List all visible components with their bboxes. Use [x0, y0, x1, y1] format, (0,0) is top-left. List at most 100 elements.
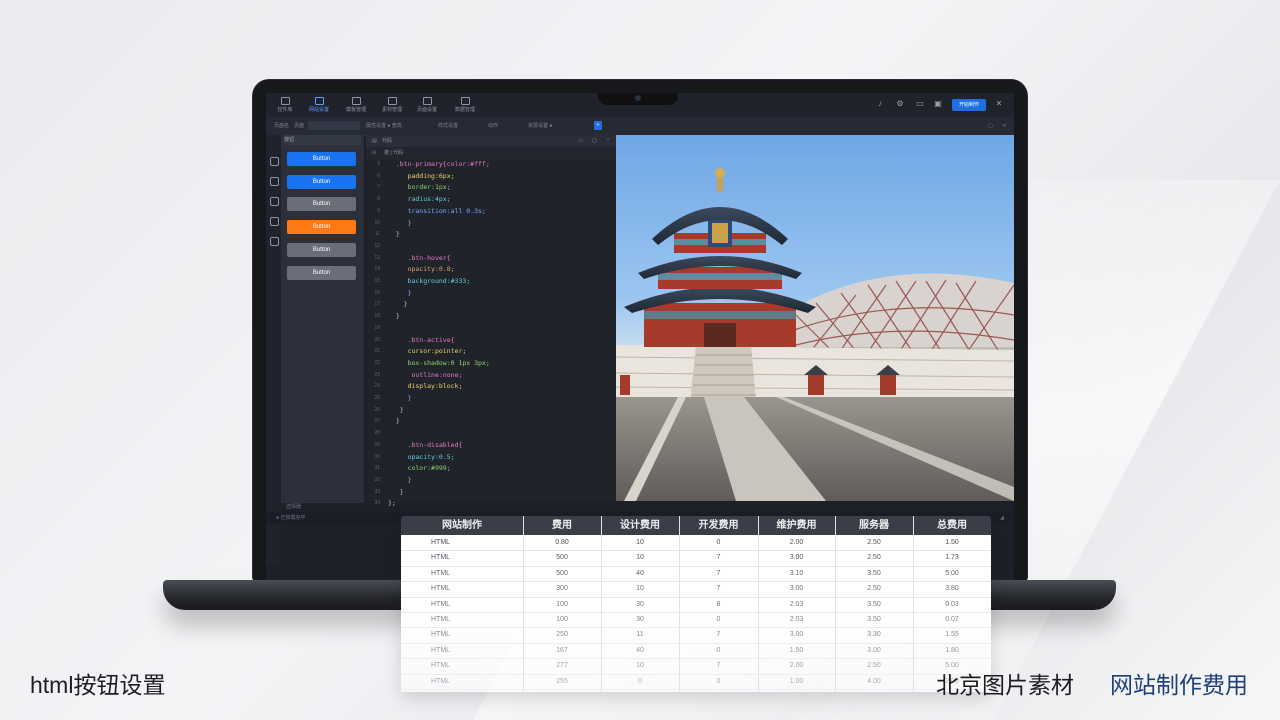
- demo-button-gray-2[interactable]: Button: [287, 243, 356, 257]
- code-line[interactable]: }: [388, 312, 400, 320]
- code-line[interactable]: }: [388, 394, 412, 402]
- code-line[interactable]: padding:6px;: [388, 172, 455, 180]
- toolbar-item-templates[interactable]: 模板管理: [341, 97, 371, 113]
- table-cell: 2.00: [789, 539, 804, 546]
- toolbar-item-controls[interactable]: 控件库: [270, 97, 300, 113]
- toolbar-item-assets[interactable]: 素材管理: [377, 97, 407, 113]
- table-cell: HTML: [431, 646, 451, 654]
- demo-button-gray-3[interactable]: Button: [287, 266, 356, 280]
- code-line[interactable]: background:#333;: [388, 277, 471, 285]
- table-cell: 3.00: [789, 554, 804, 562]
- gear-icon[interactable]: ⚙: [896, 100, 904, 108]
- start-button[interactable]: 开始制作: [952, 99, 986, 111]
- code-line[interactable]: outline:none;: [388, 371, 462, 379]
- table-cell: 7: [716, 585, 721, 593]
- component-icon[interactable]: [270, 157, 279, 166]
- layer-icon[interactable]: [270, 217, 279, 226]
- table-cell: HTML: [431, 585, 451, 593]
- code-line[interactable]: radius:4px;: [388, 195, 451, 203]
- table-cell: 5.00: [945, 569, 959, 577]
- resource-settings-label[interactable]: 资源设置 ●: [528, 117, 552, 135]
- properties-bar: 页面名 页面 属性设置 ● 宽高 样式设置 动作 资源设置 ● + ▢ ⋖: [266, 117, 1014, 136]
- text-icon[interactable]: [270, 177, 279, 186]
- table-cell: 2.50: [867, 585, 881, 593]
- table-cell: HTML: [431, 600, 451, 608]
- collapse-icon[interactable]: ⌃: [606, 135, 610, 147]
- save-icon[interactable]: ▣: [934, 100, 942, 108]
- code-line[interactable]: opacity:0.5;: [388, 453, 455, 461]
- line-number: 21: [374, 348, 380, 355]
- column-divider: [679, 516, 680, 692]
- table-header-cell: 维护费用: [776, 520, 817, 531]
- layout-icon[interactable]: ▢: [988, 117, 993, 135]
- toolbar-item-data[interactable]: 数据管理: [450, 97, 480, 113]
- table-row: HTML 100 30 8 2.03 3.50 0.03: [401, 597, 991, 613]
- resize-icon[interactable]: ◢: [1000, 512, 1004, 524]
- page-name-input[interactable]: [308, 121, 360, 130]
- template-icon: [351, 97, 361, 105]
- bell-icon[interactable]: ♪: [876, 100, 884, 108]
- code-line[interactable]: color:#999;: [388, 464, 451, 472]
- table-cell: HTML: [431, 616, 451, 623]
- code-line[interactable]: border:1px;: [388, 183, 451, 191]
- toolbar-item-site-settings[interactable]: 网站设置: [304, 97, 334, 113]
- code-line[interactable]: }: [388, 300, 408, 308]
- line-number: 22: [374, 359, 380, 366]
- code-line[interactable]: transition:all 0.3s;: [388, 207, 486, 215]
- table-cell: 1.50: [789, 646, 804, 654]
- table-cell: 500: [556, 554, 568, 562]
- code-line[interactable]: }: [388, 476, 412, 484]
- attribute-settings-label[interactable]: 属性设置 ● 宽高: [366, 117, 402, 135]
- code-line[interactable]: .btn-disabled{: [388, 441, 463, 449]
- demo-button-primary-1[interactable]: Button: [287, 152, 356, 166]
- code-line[interactable]: cursor:pointer;: [388, 347, 467, 355]
- line-number: 29: [374, 441, 380, 448]
- table-cell: 0.03: [945, 600, 959, 608]
- demo-button-primary-2[interactable]: Button: [287, 175, 356, 189]
- table-cell: 4.00: [867, 677, 881, 685]
- code-line[interactable]: .btn-primary{color:#fff;: [388, 160, 490, 168]
- image-icon: [387, 97, 397, 105]
- table-cell: HTML: [431, 631, 451, 639]
- code-line[interactable]: }: [388, 219, 412, 227]
- code-line[interactable]: opacity:0.8;: [388, 265, 455, 273]
- table-cell: 7: [716, 662, 721, 670]
- demo-button-gray-1[interactable]: Button: [287, 197, 356, 211]
- line-number: 32: [374, 476, 380, 483]
- code-line[interactable]: display:block;: [388, 382, 463, 390]
- toolbar-item-page-settings[interactable]: 页面设置: [412, 97, 442, 113]
- search-icon[interactable]: ⊙: [372, 147, 376, 159]
- close-icon[interactable]: ✕: [995, 100, 1003, 108]
- line-number: 10: [374, 219, 380, 226]
- home-icon: [280, 97, 290, 105]
- preview-icon[interactable]: ▭: [916, 100, 924, 108]
- code-line[interactable]: };: [388, 499, 396, 507]
- copy-icon[interactable]: ▭: [578, 135, 583, 147]
- code-line[interactable]: }: [388, 406, 404, 414]
- demo-button-orange[interactable]: Button: [287, 220, 356, 234]
- action-label[interactable]: 动作: [488, 117, 498, 135]
- code-line[interactable]: }: [388, 488, 404, 496]
- line-number: 16: [374, 289, 380, 296]
- table-cell: 40: [636, 646, 644, 654]
- editor-tab[interactable]: 代码: [382, 135, 392, 147]
- code-line[interactable]: .btn-active{: [388, 336, 455, 344]
- line-number: 30: [374, 453, 380, 460]
- database-icon[interactable]: [270, 237, 279, 246]
- code-line[interactable]: }: [388, 289, 412, 297]
- expand-icon[interactable]: ▢: [592, 135, 597, 147]
- caption-right: 网站制作费用: [1110, 672, 1248, 698]
- code-line[interactable]: }: [388, 230, 400, 238]
- style-settings-label[interactable]: 样式设置: [438, 117, 458, 135]
- temple-of-heaven-image: [616, 168, 1014, 501]
- table-row: HTML 300 10 7 3.00 2.50 3.80: [401, 581, 991, 598]
- code-line[interactable]: box-shadow:0 1px 3px;: [388, 359, 490, 367]
- code-line[interactable]: .btn-hover{: [388, 254, 451, 262]
- code-editor[interactable]: ▤ 代码 ▭ ▢ ⌃ ⊙ 按 | 代码 9 6 7 8 9 10 11 12 13 14 15 16 1…: [366, 135, 616, 518]
- line-number: 19: [374, 324, 380, 331]
- editor-path-bar: ⊙ 按 | 代码: [366, 147, 616, 159]
- add-badge[interactable]: +: [594, 121, 602, 130]
- code-line[interactable]: }: [388, 417, 400, 425]
- share-icon[interactable]: ⋖: [1002, 117, 1006, 135]
- image-icon[interactable]: [270, 197, 279, 206]
